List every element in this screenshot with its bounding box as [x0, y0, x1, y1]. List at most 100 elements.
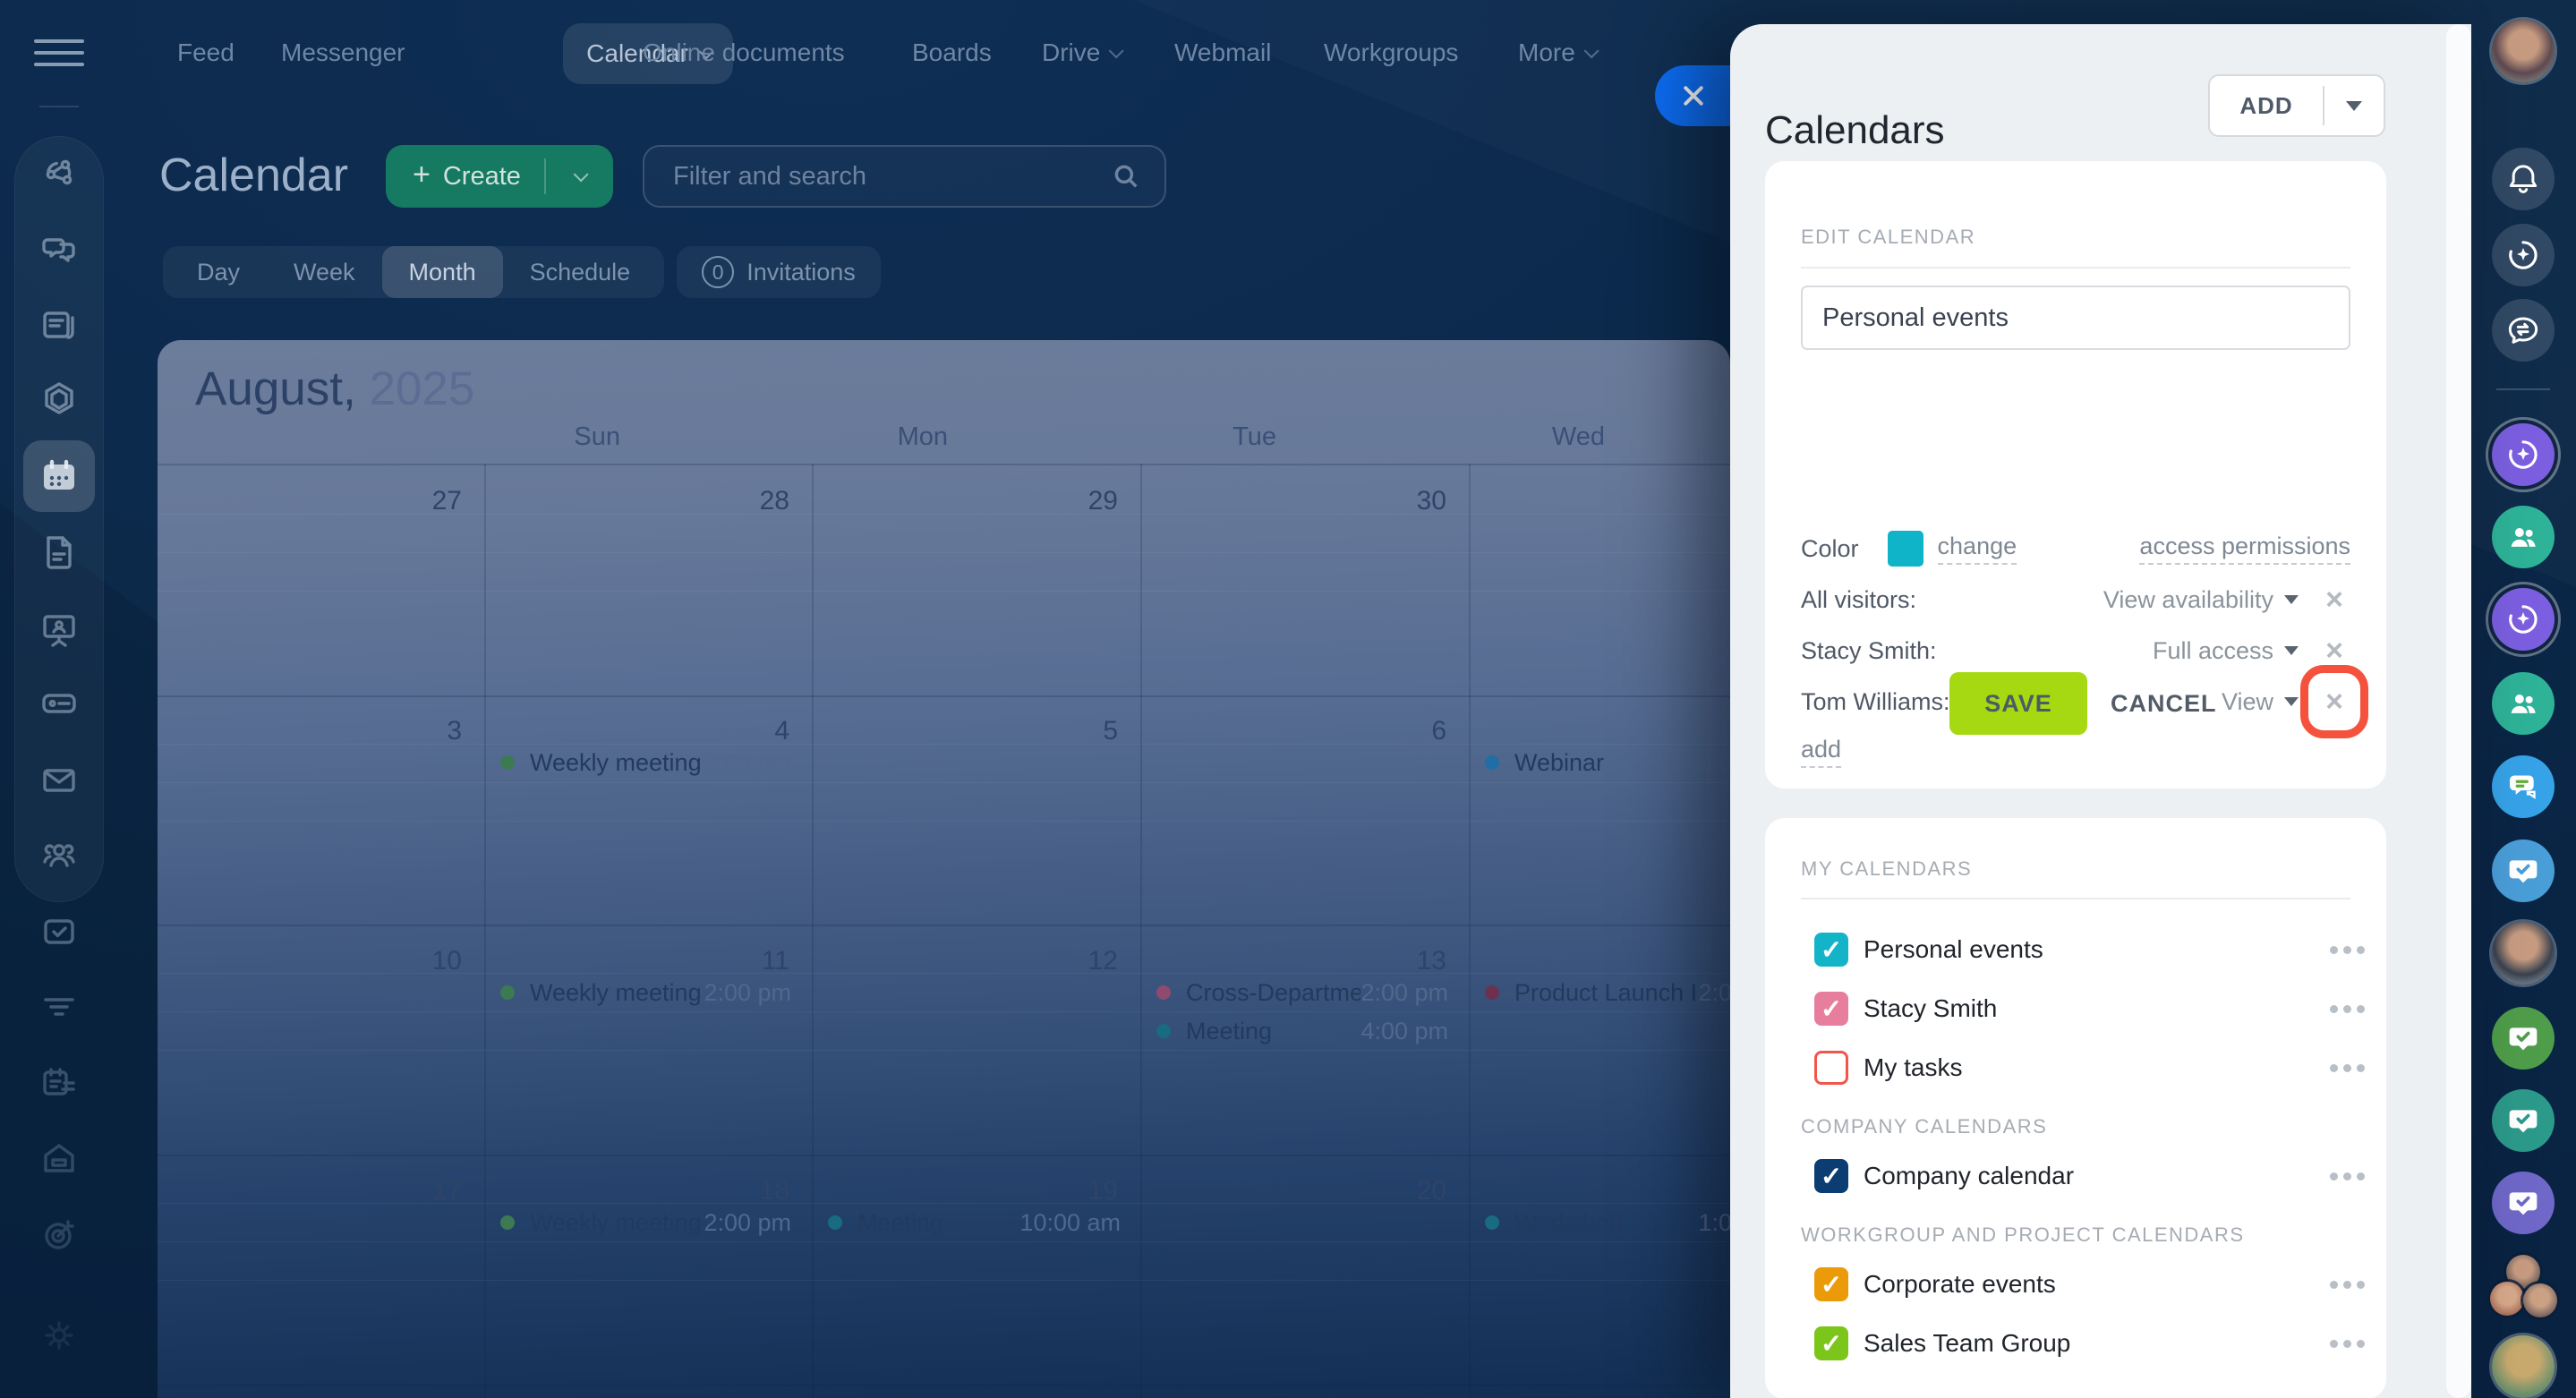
tab-week[interactable]: Week — [267, 246, 382, 298]
item-menu-button[interactable] — [2328, 1164, 2367, 1189]
color-swatch[interactable] — [1887, 531, 1923, 567]
caret-down-icon[interactable] — [2284, 697, 2299, 706]
checkbox-checked[interactable] — [1814, 1159, 1848, 1193]
checkbox-checked[interactable] — [1814, 1267, 1848, 1301]
calendar-event[interactable]: Meeting 4:00 pm — [1156, 1014, 1448, 1048]
copilot-workspace-button[interactable] — [2492, 588, 2555, 651]
board-icon[interactable] — [38, 608, 81, 651]
calendar-name-input[interactable] — [1801, 286, 2350, 350]
access-permissions-link[interactable]: access permissions — [2139, 533, 2350, 565]
nav-more[interactable]: More — [1518, 0, 1599, 106]
item-menu-button[interactable] — [2328, 1055, 2367, 1081]
checkbox-unchecked[interactable] — [1814, 1051, 1848, 1085]
task-board-button[interactable] — [2492, 1007, 2555, 1070]
date-cell[interactable]: 20 — [1357, 1176, 1446, 1206]
copilot-button[interactable] — [2492, 224, 2555, 286]
calendar-month-view[interactable]: August, 2025 Sun Mon Tue Wed 27 28 29 30… — [158, 340, 1730, 1398]
date-cell[interactable]: 12 — [1028, 946, 1118, 976]
copilot-workspace-button[interactable] — [2492, 423, 2555, 486]
calendar-event[interactable]: Cross-Departme...2:00 pm — [1156, 976, 1448, 1010]
target-icon[interactable] — [38, 1214, 81, 1257]
mail-icon[interactable] — [38, 759, 81, 802]
gear-icon[interactable] — [38, 1314, 81, 1357]
date-cell[interactable]: 13 — [1357, 946, 1446, 976]
calendar-event[interactable]: Product Launch I... 2:0 — [1485, 976, 1730, 1010]
add-dropdown-caret[interactable] — [2324, 100, 2384, 111]
task-board-button[interactable] — [2492, 1172, 2555, 1234]
checkbox-checked[interactable] — [1814, 933, 1848, 967]
hexagon-icon[interactable] — [38, 378, 81, 421]
add-permission-link[interactable]: add — [1801, 736, 1842, 768]
item-menu-button[interactable] — [2328, 1331, 2367, 1357]
nav-online-documents[interactable]: Online documents — [643, 0, 845, 106]
task-board-button[interactable] — [2492, 1089, 2555, 1152]
remove-permission-button[interactable]: × — [2300, 665, 2368, 738]
item-menu-button[interactable] — [2328, 996, 2367, 1022]
date-cell[interactable]: 3 — [372, 716, 462, 746]
task-board-button[interactable] — [2492, 840, 2555, 902]
calendar-event[interactable]: Webinar 5:0 — [1485, 746, 1730, 780]
permission-level-dropdown[interactable]: View availability — [2103, 586, 2273, 614]
date-cell[interactable]: 6 — [1357, 716, 1446, 746]
date-cell[interactable]: 28 — [700, 486, 789, 516]
user-avatar[interactable] — [2492, 20, 2555, 82]
nav-boards[interactable]: Boards — [912, 0, 992, 106]
permission-level-dropdown[interactable]: Full access — [2153, 637, 2273, 665]
checkbox-checked[interactable] — [1814, 992, 1848, 1026]
item-menu-button[interactable] — [2328, 937, 2367, 963]
calendar-event[interactable]: Weekly meeting f...2:00 pm — [500, 1206, 791, 1240]
date-cell[interactable]: 29 — [1028, 486, 1118, 516]
document-icon[interactable] — [38, 531, 81, 574]
tasks-icon[interactable] — [38, 910, 81, 953]
news-icon[interactable] — [38, 304, 81, 347]
search-input[interactable]: Filter and search — [643, 145, 1166, 208]
save-button[interactable]: SAVE — [1949, 672, 2087, 735]
notifications-button[interactable] — [2492, 148, 2555, 210]
user-avatar[interactable] — [2492, 922, 2555, 985]
calendar-event[interactable]: Meeting 10:00 am — [828, 1206, 1121, 1240]
calendar-event[interactable]: Workshop 1:0 — [1485, 1206, 1730, 1240]
caret-down-icon[interactable] — [2284, 646, 2299, 655]
date-cell[interactable]: 11 — [700, 946, 789, 976]
add-calendar-button[interactable]: ADD — [2208, 74, 2385, 137]
color-change-link[interactable]: change — [1937, 533, 2017, 565]
invitations-tab[interactable]: 0 Invitations — [677, 246, 881, 298]
nav-drive[interactable]: Drive — [1042, 0, 1124, 106]
date-cell[interactable]: 18 — [700, 1176, 789, 1206]
item-menu-button[interactable] — [2328, 1272, 2367, 1298]
date-cell[interactable]: 30 — [1357, 486, 1446, 516]
chat-channel-button[interactable] — [2492, 755, 2555, 818]
nav-workgroups[interactable]: Workgroups — [1324, 0, 1458, 106]
date-cell[interactable]: 17 — [372, 1176, 462, 1206]
panel-close-button[interactable] — [1655, 65, 1731, 126]
calendar-event[interactable]: Weekly meeting f...2:00 pm — [500, 746, 791, 780]
permission-level-dropdown[interactable]: View — [2222, 688, 2273, 716]
panel-scrollbar[interactable] — [2446, 24, 2471, 1398]
share-icon[interactable] — [38, 151, 81, 194]
calendar-icon[interactable] — [38, 455, 81, 498]
date-cell[interactable]: 5 — [1028, 716, 1118, 746]
date-cell[interactable]: 27 — [372, 486, 462, 516]
drive-icon[interactable] — [38, 682, 81, 725]
menu-icon[interactable] — [34, 39, 84, 68]
tab-month[interactable]: Month — [381, 246, 503, 298]
chats-icon[interactable] — [38, 228, 81, 271]
tab-schedule[interactable]: Schedule — [503, 246, 658, 298]
cancel-button[interactable]: CANCEL — [2111, 672, 2217, 735]
nav-feed[interactable]: Feed — [177, 0, 235, 106]
nav-webmail[interactable]: Webmail — [1174, 0, 1271, 106]
remove-permission-button[interactable]: × — [2318, 584, 2350, 616]
nav-messenger[interactable]: Messenger — [281, 0, 405, 106]
workgroup-chat-button[interactable] — [2492, 506, 2555, 568]
workgroup-chat-button[interactable] — [2492, 672, 2555, 735]
date-cell[interactable]: 10 — [372, 946, 462, 976]
remove-permission-button[interactable]: × — [2318, 635, 2350, 667]
checkbox-checked[interactable] — [1814, 1326, 1848, 1360]
date-cell[interactable]: 4 — [700, 716, 789, 746]
messenger-button[interactable] — [2492, 299, 2555, 362]
tab-day[interactable]: Day — [170, 246, 267, 298]
home-icon[interactable] — [38, 1137, 81, 1180]
create-button[interactable]: + Create — [386, 145, 613, 208]
funnel-icon[interactable] — [38, 985, 81, 1028]
caret-down-icon[interactable] — [2284, 595, 2299, 604]
